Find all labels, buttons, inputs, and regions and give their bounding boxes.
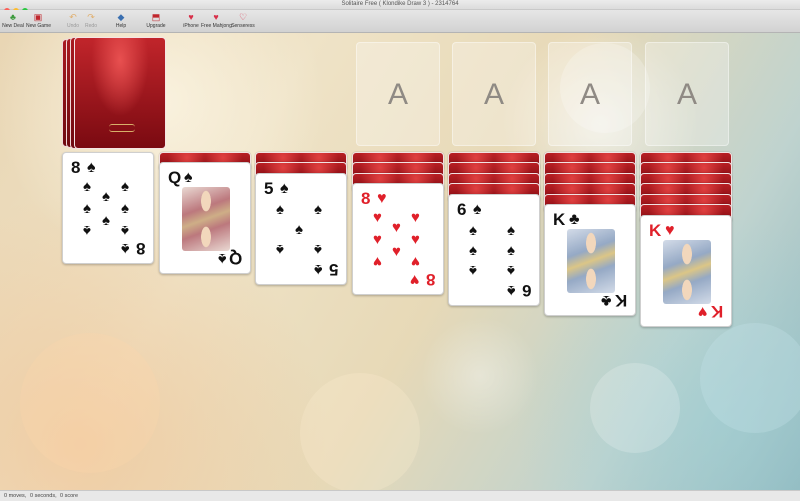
iphone-icon: ♥ xyxy=(188,12,194,22)
free-mahjong-button[interactable]: ♥ Free Mahjong xyxy=(201,11,232,31)
tableau-card-1[interactable]: 8 ♠ ♠ ♠ ♠ ♠ ♠ ♠ ♠ ♠ 8 ♠ xyxy=(62,152,154,264)
redo-icon: ↷ xyxy=(87,12,95,22)
heart-pip: ♥ xyxy=(373,209,382,226)
spade-pip: ♠ xyxy=(102,212,110,229)
queen-portrait xyxy=(182,187,230,251)
tableau-card-7[interactable]: K ♥ K ♥ xyxy=(640,215,732,327)
spade-pip: ♠ xyxy=(314,201,322,218)
redo-button[interactable]: ↷ Redo xyxy=(82,11,100,31)
mahjong-icon: ♥ xyxy=(213,12,219,22)
upgrade-button[interactable]: ⬒ Upgrade xyxy=(144,11,168,31)
upgrade-icon: ⬒ xyxy=(151,12,161,22)
tableau-card-4[interactable]: 8 ♥ ♥ ♥ ♥ ♥ ♥ ♥ ♥ ♥ 8 ♥ xyxy=(352,183,444,295)
tableau-card-5[interactable]: 6 ♠ ♠ ♠ ♠ ♠ ♠ ♠ 6 ♠ xyxy=(448,194,540,306)
spade-pip: ♠ xyxy=(276,201,284,218)
stock-top-card-back[interactable] xyxy=(74,37,166,149)
stock-pile[interactable] xyxy=(62,37,167,149)
background-bokeh xyxy=(590,363,680,453)
window-title: Solitaire Free ( Klondike Draw 3 ) - 231… xyxy=(341,1,459,7)
spade-pip: ♠ xyxy=(121,178,129,195)
heart-pip: ♥ xyxy=(392,243,401,260)
spade-pip: ♠ xyxy=(469,222,477,239)
spade-pip: ♠ xyxy=(295,221,303,238)
foundation-slot-3[interactable]: A xyxy=(548,42,632,146)
tableau-card-2[interactable]: Q ♠ Q ♠ xyxy=(159,162,251,274)
spade-pip: ♠ xyxy=(83,178,91,195)
foundation-slot-1[interactable]: A xyxy=(356,42,440,146)
heart-pip: ♥ xyxy=(411,231,420,248)
tableau-card-3[interactable]: 5 ♠ ♠ ♠ ♠ ♠ ♠ 5 ♠ xyxy=(255,173,347,285)
spade-pip: ♠ xyxy=(507,262,515,279)
spade-pip: ♠ xyxy=(276,241,284,258)
new-deal-icon: ♣ xyxy=(10,12,16,22)
foundation-slot-4[interactable]: A xyxy=(645,42,729,146)
heart-pip: ♥ xyxy=(411,209,420,226)
new-game-button[interactable]: ▣ New Game xyxy=(26,11,51,31)
toolbar: ♣ New Deal ▣ New Game ↶ Undo ↷ Redo ◆ He… xyxy=(0,10,800,33)
heart-pip: ♥ xyxy=(392,219,401,236)
iphone-button[interactable]: ♥ iPhone xyxy=(181,11,201,31)
spade-pip: ♠ xyxy=(507,222,515,239)
status-bar: 0 moves, 0 seconds, 0 score xyxy=(0,490,800,501)
senseress-icon: ♡ xyxy=(238,12,248,22)
spade-pip: ♠ xyxy=(469,262,477,279)
card-back-ornament xyxy=(109,124,135,132)
undo-icon: ↶ xyxy=(69,12,77,22)
help-icon: ◆ xyxy=(117,12,125,22)
game-board: A A A A 8 ♠ ♠ ♠ ♠ ♠ ♠ ♠ ♠ ♠ 8 ♠ Q ♠ Q ♠ … xyxy=(0,33,800,490)
spade-pip: ♠ xyxy=(83,222,91,239)
background-bokeh xyxy=(20,333,160,473)
foundation-slot-2[interactable]: A xyxy=(452,42,536,146)
spade-pip: ♠ xyxy=(102,188,110,205)
senseress-button[interactable]: ♡ Senseress xyxy=(231,11,255,31)
heart-pip: ♥ xyxy=(373,231,382,248)
new-game-icon: ▣ xyxy=(33,12,43,22)
heart-pip: ♥ xyxy=(411,253,420,270)
king-portrait xyxy=(663,240,711,304)
king-portrait xyxy=(567,229,615,293)
spade-pip: ♠ xyxy=(507,242,515,259)
tableau-card-6[interactable]: K ♣ K ♣ xyxy=(544,204,636,316)
undo-button[interactable]: ↶ Undo xyxy=(64,11,82,31)
help-button[interactable]: ◆ Help xyxy=(113,11,129,31)
background-bokeh xyxy=(700,323,800,433)
spade-pip: ♠ xyxy=(314,241,322,258)
spade-pip: ♠ xyxy=(121,200,129,217)
background-bokeh xyxy=(300,373,420,490)
spade-pip: ♠ xyxy=(469,242,477,259)
new-deal-button[interactable]: ♣ New Deal xyxy=(2,11,24,31)
heart-pip: ♥ xyxy=(373,253,382,270)
spade-pip: ♠ xyxy=(83,200,91,217)
spade-pip: ♠ xyxy=(121,222,129,239)
title-bar: Solitaire Free ( Klondike Draw 3 ) - 231… xyxy=(0,0,800,14)
